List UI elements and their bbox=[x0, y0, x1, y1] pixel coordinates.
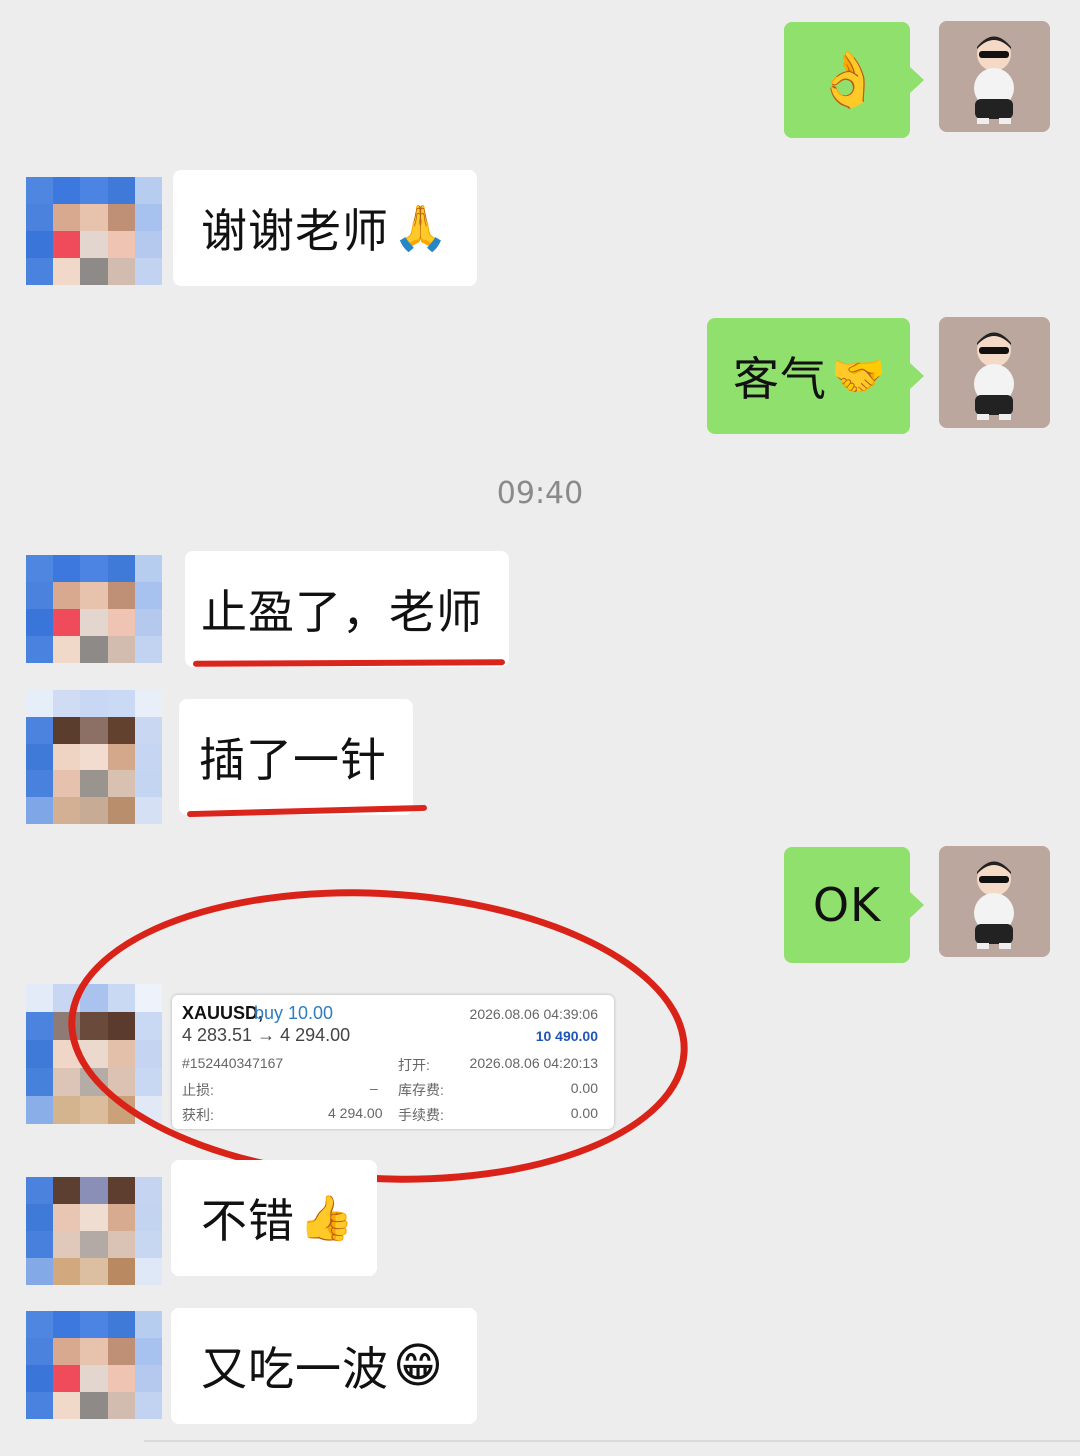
red-annotation-circle bbox=[60, 873, 696, 1199]
outgoing-message-bubble[interactable]: OK bbox=[784, 847, 924, 963]
chat-timestamp: 09:40 bbox=[496, 476, 584, 511]
message-text: OK bbox=[812, 878, 882, 932]
outgoing-message-bubble[interactable]: 客气 🤝 bbox=[707, 318, 924, 434]
self-avatar[interactable] bbox=[939, 846, 1050, 957]
outgoing-message-bubble[interactable]: 👌 bbox=[784, 22, 924, 138]
message-text: 插了一针 bbox=[199, 733, 387, 787]
contact-avatar-pixelated[interactable] bbox=[26, 555, 162, 663]
incoming-message-bubble[interactable]: 谢谢老师 🙏 bbox=[173, 170, 477, 286]
message-text: 客气 bbox=[733, 352, 827, 406]
cartoon-avatar-icon bbox=[939, 846, 1050, 957]
cartoon-avatar-icon bbox=[939, 317, 1050, 428]
self-avatar[interactable] bbox=[939, 317, 1050, 428]
thumbs-up-emoji-icon: 👍 bbox=[299, 1193, 355, 1244]
pray-emoji-icon: 🙏 bbox=[393, 203, 449, 254]
message-text: 谢谢老师 bbox=[201, 204, 389, 258]
contact-avatar-pixelated[interactable] bbox=[26, 1311, 162, 1419]
message-text: 不错 bbox=[201, 1194, 295, 1248]
message-text: 又吃一波 bbox=[201, 1342, 389, 1396]
incoming-message-bubble[interactable]: 止盈了，老师 bbox=[185, 551, 509, 667]
contact-avatar-pixelated[interactable] bbox=[26, 690, 162, 824]
ok-hand-emoji-icon: 👌 bbox=[814, 48, 884, 111]
self-avatar[interactable] bbox=[939, 21, 1050, 132]
divider bbox=[144, 1440, 1080, 1442]
grinning-emoji-icon: 😁 bbox=[393, 1338, 445, 1394]
message-text: 止盈了，老师 bbox=[201, 585, 483, 639]
incoming-message-bubble[interactable]: 插了一针 bbox=[179, 699, 413, 815]
cartoon-avatar-icon bbox=[939, 21, 1050, 132]
contact-avatar-pixelated[interactable] bbox=[26, 177, 162, 285]
incoming-message-bubble[interactable]: 又吃一波 😁 bbox=[171, 1308, 477, 1424]
contact-avatar-pixelated[interactable] bbox=[26, 1177, 162, 1285]
handshake-emoji-icon: 🤝 bbox=[831, 351, 887, 402]
incoming-message-bubble[interactable]: 不错 👍 bbox=[171, 1160, 377, 1276]
